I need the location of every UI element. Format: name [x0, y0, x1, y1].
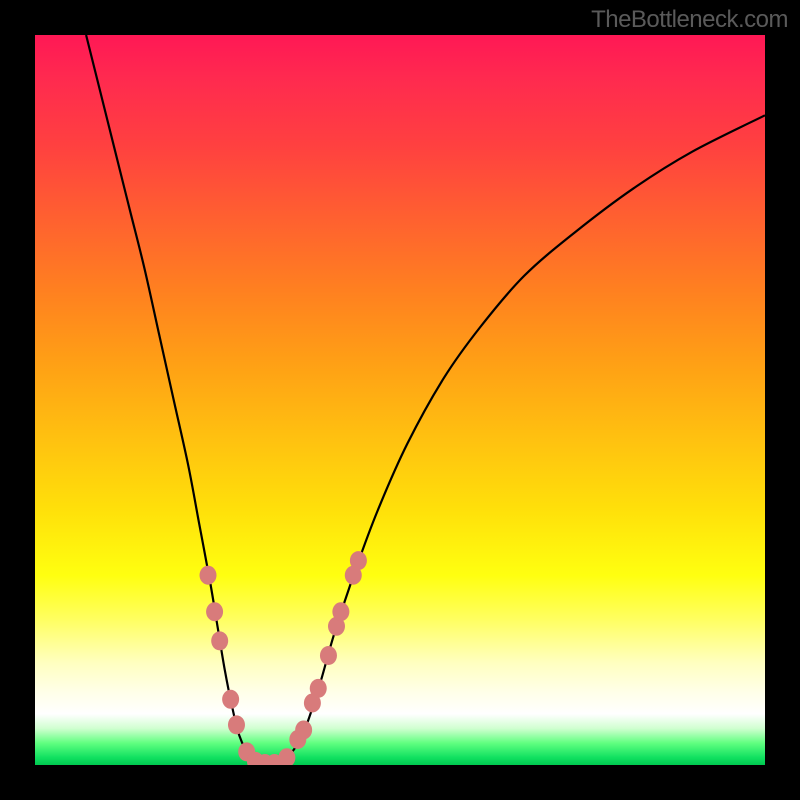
sample-dot	[200, 566, 217, 585]
sample-dot	[228, 715, 245, 734]
sample-dots-group	[200, 551, 367, 765]
sample-dot	[320, 646, 337, 665]
sample-dot	[310, 679, 327, 698]
watermark-text: TheBottleneck.com	[591, 6, 788, 34]
sample-dot	[350, 551, 367, 570]
sample-dot	[222, 690, 239, 709]
chart-svg	[35, 35, 765, 765]
sample-dot	[211, 631, 228, 650]
plot-area	[35, 35, 765, 765]
sample-dot	[332, 602, 349, 621]
sample-dot	[206, 602, 223, 621]
sample-dot	[295, 720, 312, 739]
bottleneck-curve	[86, 35, 765, 765]
